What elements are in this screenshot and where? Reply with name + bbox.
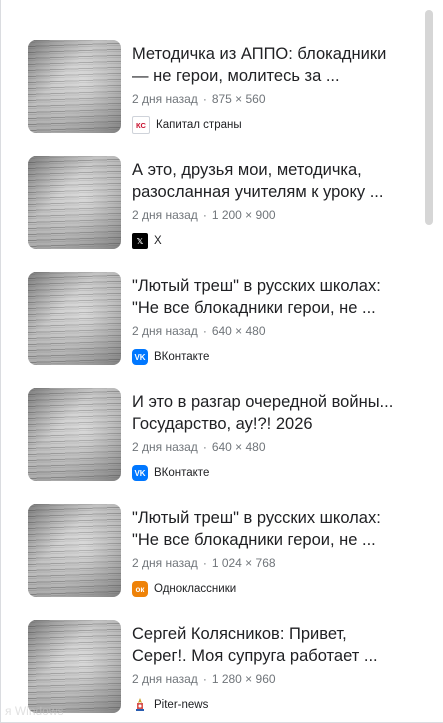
result-source[interactable]: VK ВКонтакте [132, 348, 408, 366]
result-meta: 2 дня назад · 875 × 560 [132, 91, 408, 107]
result-source-name: ВКонтакте [154, 467, 210, 479]
result-dimensions: 1 280 × 960 [211, 672, 276, 686]
result-source[interactable]: 𝕏 X [132, 232, 408, 250]
separator-dot: · [202, 556, 207, 570]
result-info: Сергей Колясников: Привет, Серег!. Моя с… [132, 620, 408, 722]
ok-icon: ок [132, 581, 148, 597]
scrollbar-thumb[interactable] [425, 10, 433, 225]
result-item[interactable]: И это в разгар очередной войны... Госуда… [28, 388, 408, 504]
result-dimensions: 640 × 480 [211, 440, 266, 454]
result-age: 2 дня назад [132, 672, 198, 686]
result-age: 2 дня назад [132, 92, 198, 106]
result-item[interactable]: "Лютый треш" в русских школах: "Не все б… [28, 272, 408, 388]
result-thumbnail[interactable] [28, 504, 121, 597]
result-title-line: Методичка из АППО: блокадники [132, 45, 387, 63]
result-info: "Лютый треш" в русских школах: "Не все б… [132, 504, 408, 620]
result-title-line: Государство, ау!?! 2026 [132, 415, 313, 433]
windows-activation-watermark: я Windows [5, 704, 64, 718]
result-age: 2 дня назад [132, 440, 198, 454]
vk-icon: VK [132, 465, 148, 481]
result-source-name: X [154, 235, 162, 247]
result-source[interactable]: КС Капитал страны [132, 116, 408, 134]
separator-dot: · [202, 440, 207, 454]
vk-icon: VK [132, 349, 148, 365]
result-info: "Лютый треш" в русских школах: "Не все б… [132, 272, 408, 388]
result-source-name: Капитал страны [156, 119, 242, 131]
result-source-name: Piter-news [154, 699, 209, 711]
image-results-panel: Методичка из АППО: блокадники — не герои… [0, 0, 443, 723]
result-meta: 2 дня назад · 640 × 480 [132, 323, 408, 339]
result-title[interactable]: А это, друзья мои, методичка, разосланна… [132, 159, 408, 203]
result-title[interactable]: Методичка из АППО: блокадники — не герои… [132, 43, 408, 87]
result-title-line: — не герои, молитесь за ... [132, 67, 340, 85]
result-age: 2 дня назад [132, 208, 198, 222]
result-dimensions: 1 024 × 768 [211, 556, 276, 570]
result-meta: 2 дня назад · 640 × 480 [132, 439, 408, 455]
result-source[interactable]: ок Одноклассники [132, 580, 408, 598]
result-item[interactable]: "Лютый треш" в русских школах: "Не все б… [28, 504, 408, 620]
result-info: А это, друзья мои, методичка, разосланна… [132, 156, 408, 272]
result-info: Методичка из АППО: блокадники — не герои… [132, 40, 408, 156]
result-title-line: Серег!. Моя супруга работает ... [132, 647, 378, 665]
result-item[interactable]: Методичка из АППО: блокадники — не герои… [28, 40, 408, 156]
result-meta: 2 дня назад · 1 200 × 900 [132, 207, 408, 223]
result-title[interactable]: "Лютый треш" в русских школах: "Не все б… [132, 275, 408, 319]
result-source-name: ВКонтакте [154, 351, 210, 363]
result-dimensions: 640 × 480 [211, 324, 266, 338]
result-thumbnail[interactable] [28, 156, 121, 249]
x-icon: 𝕏 [132, 233, 148, 249]
result-meta: 2 дня назад · 1 024 × 768 [132, 555, 408, 571]
result-item[interactable]: А это, друзья мои, методичка, разосланна… [28, 156, 408, 272]
result-title-line: "Не все блокадники герои, не ... [132, 299, 376, 317]
result-source[interactable]: Piter-news [132, 696, 408, 714]
result-title-line: разосланная учителям к уроку ... [132, 183, 384, 201]
result-title-line: А это, друзья мои, методичка, [132, 161, 362, 179]
result-source-name: Одноклассники [154, 583, 237, 595]
result-title[interactable]: И это в разгар очередной войны... Госуда… [132, 391, 408, 435]
result-title[interactable]: Сергей Колясников: Привет, Серег!. Моя с… [132, 623, 408, 667]
separator-dot: · [202, 324, 207, 338]
result-title-line: "Лютый треш" в русских школах: [132, 277, 381, 295]
result-thumbnail[interactable] [28, 40, 121, 133]
result-title-line: И это в разгар очередной войны... [132, 393, 394, 411]
result-meta: 2 дня назад · 1 280 × 960 [132, 671, 408, 687]
result-age: 2 дня назад [132, 324, 198, 338]
result-thumbnail[interactable] [28, 272, 121, 365]
separator-dot: · [202, 92, 207, 106]
separator-dot: · [202, 208, 207, 222]
result-title-line: "Лютый треш" в русских школах: [132, 509, 381, 527]
image-results-list: Методичка из АППО: блокадники — не герои… [28, 40, 408, 722]
result-source[interactable]: VK ВКонтакте [132, 464, 408, 482]
result-age: 2 дня назад [132, 556, 198, 570]
result-dimensions: 875 × 560 [211, 92, 266, 106]
result-dimensions: 1 200 × 900 [211, 208, 276, 222]
result-title-line: "Не все блокадники герои, не ... [132, 531, 376, 549]
result-info: И это в разгар очередной войны... Госуда… [132, 388, 408, 504]
result-title[interactable]: "Лютый треш" в русских школах: "Не все б… [132, 507, 408, 551]
result-thumbnail[interactable] [28, 620, 121, 713]
result-title-line: Сергей Колясников: Привет, [132, 625, 347, 643]
result-item[interactable]: Сергей Колясников: Привет, Серег!. Моя с… [28, 620, 408, 722]
kapital-strany-icon: КС [132, 116, 150, 134]
separator-dot: · [202, 672, 207, 686]
result-thumbnail[interactable] [28, 388, 121, 481]
piter-news-icon [132, 697, 148, 713]
